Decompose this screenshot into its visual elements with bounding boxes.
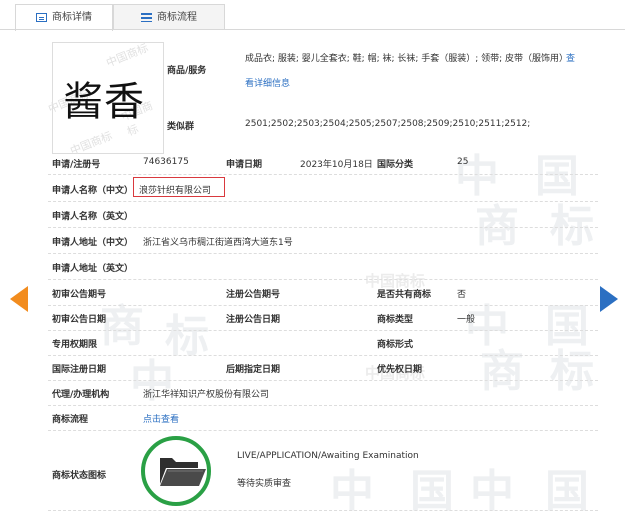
watermark: 商 (475, 201, 519, 252)
row-divider (48, 279, 598, 280)
document-icon (36, 12, 47, 22)
watermark: 中 (455, 151, 499, 202)
watermark: 标 (550, 201, 594, 252)
reg-pub-no-label: 注册公告期号 (226, 290, 281, 300)
tm-type-label: 商标类型 (377, 315, 414, 325)
row-divider (48, 201, 598, 202)
applicant-en-label: 申请人名称（英文） (52, 212, 134, 222)
reg-no-label: 申请/注册号 (52, 160, 101, 170)
trademark-logo-text: 酱香 (63, 79, 145, 125)
row-divider (48, 430, 598, 431)
prev-arrow-icon[interactable] (10, 286, 28, 312)
watermark: 国 (545, 301, 589, 352)
row-divider (48, 405, 598, 406)
watermark: 商 (480, 346, 524, 397)
row-divider (48, 355, 598, 356)
tab-trademark-process[interactable]: 商标流程 (113, 4, 225, 30)
app-date-label: 申请日期 (226, 160, 263, 170)
priority-date-label: 优先权日期 (377, 365, 423, 375)
status-en: LIVE/APPLICATION/Awaiting Examination (237, 451, 419, 461)
watermark: 商 (100, 301, 144, 352)
watermark: 国 (535, 151, 579, 202)
intl-class-value: 25 (457, 157, 469, 167)
address-en-label: 申请人地址（英文） (52, 264, 134, 274)
row-divider (48, 253, 598, 254)
list-icon (141, 12, 152, 22)
row-divider (48, 380, 598, 381)
watermark: 标 (550, 346, 594, 397)
folder-open-icon (160, 458, 206, 486)
status-icon-label: 商标状态图标 (52, 471, 107, 481)
goods-label: 商品/服务 (167, 66, 207, 76)
tab-trademark-detail[interactable]: 商标详情 (15, 4, 113, 31)
applicant-cn-label: 申请人名称（中文） (52, 186, 134, 196)
reg-pub-date-label: 注册公告日期 (226, 315, 281, 325)
row-divider (48, 510, 598, 511)
row-divider (48, 330, 598, 331)
address-cn-label: 申请人地址（中文） (52, 238, 134, 248)
process-label: 商标流程 (52, 415, 89, 425)
trademark-image: 中国商标 中国商标 中国商标 中国商标 酱香 (46, 41, 164, 158)
applicant-cn-value: 浪莎针织有限公司 (139, 186, 212, 196)
intl-reg-date-label: 国际注册日期 (52, 365, 107, 375)
similar-groups-value: 2501;2502;2503;2504;2505;2507;2508;2509;… (245, 119, 531, 129)
tm-form-label: 商标形式 (377, 340, 414, 350)
view-details-link[interactable]: 看详细信息 (245, 76, 290, 89)
address-cn-value: 浙江省义乌市稠江街道西湾大道东1号 (143, 238, 293, 248)
row-divider (48, 305, 598, 306)
row-divider (48, 174, 598, 175)
watermark: 中国商标 (68, 129, 115, 158)
tm-type-value: 一般 (457, 315, 476, 325)
next-arrow-icon[interactable] (600, 286, 618, 312)
row-divider (48, 227, 598, 228)
agent-label: 代理/办理机构 (52, 390, 110, 400)
prelim-date-label: 初审公告日期 (52, 315, 107, 325)
process-view-link[interactable]: 点击查看 (143, 412, 179, 425)
tab-bar: 商标详情 商标流程 (0, 0, 625, 31)
status-cn: 等待实质审查 (237, 479, 292, 489)
later-date-label: 后期指定日期 (226, 365, 281, 375)
watermark: 中国商标 (104, 41, 151, 70)
tab-label: 商标流程 (157, 12, 197, 23)
tab-label: 商标详情 (52, 12, 92, 23)
agent-value: 浙江华祥知识产权股份有限公司 (143, 390, 270, 400)
shared-value: 否 (457, 290, 467, 300)
shared-label: 是否共有商标 (377, 290, 432, 300)
reg-no-value: 74636175 (143, 157, 189, 167)
goods-value: 成品衣; 服装; 婴儿全套衣; 鞋; 帽; 袜; 长袜; 手套（服装）; 领带;… (245, 54, 569, 64)
intl-class-label: 国际分类 (377, 160, 414, 170)
app-date-value: 2023年10月18日 (300, 160, 373, 170)
tab-divider (0, 29, 625, 30)
view-more-link[interactable]: 查 (566, 51, 575, 64)
prelim-no-label: 初审公告期号 (52, 290, 107, 300)
exclusive-period-label: 专用权期限 (52, 340, 98, 350)
similar-groups-label: 类似群 (167, 122, 195, 132)
